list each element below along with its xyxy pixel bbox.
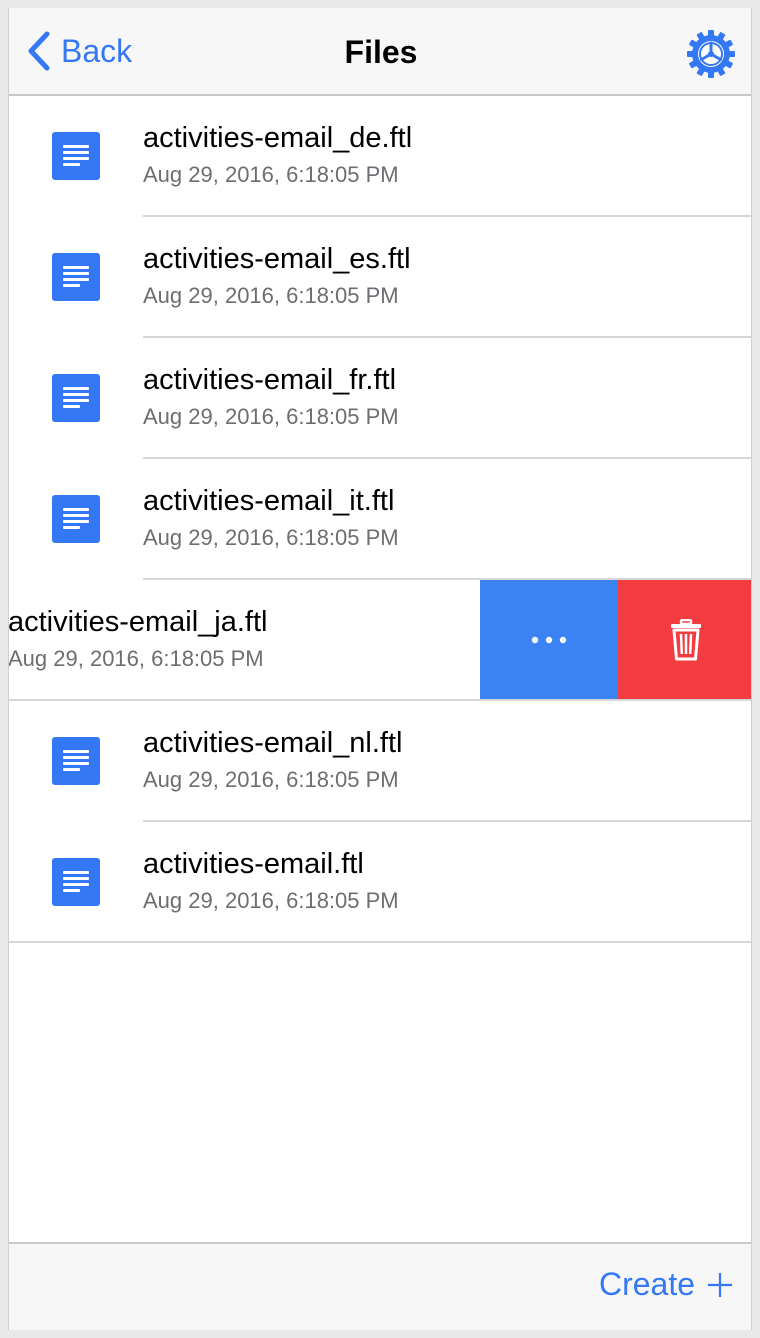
gear-icon — [687, 30, 735, 78]
separator — [9, 941, 751, 943]
file-name: activities-email_ja.ftl — [9, 606, 268, 638]
file-row[interactable]: activities-email.ftl Aug 29, 2016, 6:18:… — [9, 822, 751, 943]
file-row[interactable]: activities-email_it.ftl Aug 29, 2016, 6:… — [9, 459, 751, 580]
page-title: Files — [344, 34, 418, 70]
file-row[interactable]: activities-email_fr.ftl Aug 29, 2016, 6:… — [9, 338, 751, 459]
file-name: activities-email_es.ftl — [143, 243, 411, 275]
file-list: activities-email_de.ftl Aug 29, 2016, 6:… — [9, 96, 751, 943]
create-button[interactable]: Create — [599, 1266, 733, 1303]
document-icon — [52, 253, 100, 301]
file-name: activities-email_de.ftl — [143, 122, 413, 154]
file-name: activities-email.ftl — [143, 848, 364, 880]
ellipsis-icon — [531, 636, 567, 644]
file-date: Aug 29, 2016, 6:18:05 PM — [143, 525, 399, 550]
file-name: activities-email_fr.ftl — [143, 364, 397, 396]
more-actions-button[interactable] — [480, 580, 618, 700]
document-icon — [52, 737, 100, 785]
file-row-swiped[interactable]: activities-email_ja.ftl Aug 29, 2016, 6:… — [9, 580, 751, 701]
file-row[interactable]: activities-email_nl.ftl Aug 29, 2016, 6:… — [9, 701, 751, 822]
delete-button[interactable] — [618, 580, 751, 700]
document-icon — [52, 858, 100, 906]
file-date: Aug 29, 2016, 6:18:05 PM — [9, 646, 264, 671]
file-row[interactable]: activities-email_de.ftl Aug 29, 2016, 6:… — [9, 96, 751, 217]
trash-icon — [670, 619, 701, 661]
plus-icon — [708, 1272, 732, 1297]
app-frame: Back Files activities-email_de.ftl Aug 2… — [8, 8, 752, 1330]
bottom-toolbar: Create — [9, 1242, 751, 1330]
file-date: Aug 29, 2016, 6:18:05 PM — [143, 767, 399, 792]
file-name: activities-email_nl.ftl — [143, 727, 403, 759]
document-icon — [52, 132, 100, 180]
file-name: activities-email_it.ftl — [143, 485, 395, 517]
file-date: Aug 29, 2016, 6:18:05 PM — [143, 162, 399, 187]
document-icon — [52, 374, 100, 422]
file-date: Aug 29, 2016, 6:18:05 PM — [143, 283, 399, 308]
file-date: Aug 29, 2016, 6:18:05 PM — [143, 404, 399, 429]
settings-button[interactable] — [687, 30, 735, 78]
file-row[interactable]: activities-email_es.ftl Aug 29, 2016, 6:… — [9, 217, 751, 338]
document-icon — [52, 495, 100, 543]
navigation-bar: Back Files — [9, 8, 751, 96]
create-label: Create — [598, 1266, 695, 1302]
file-date: Aug 29, 2016, 6:18:05 PM — [143, 888, 399, 913]
